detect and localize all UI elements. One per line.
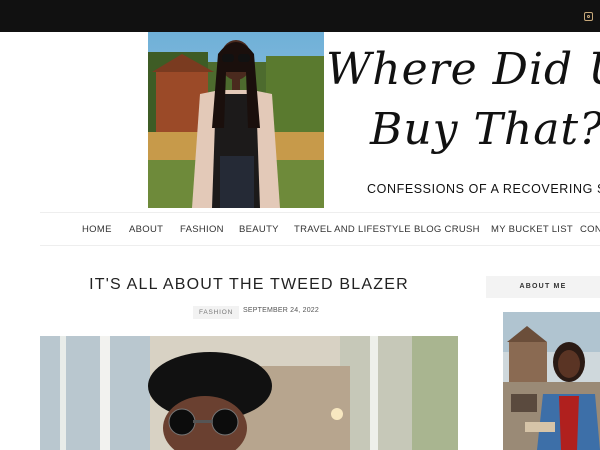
nav-item-contact[interactable]: CONT — [580, 224, 600, 235]
nav-item-fashion[interactable]: FASHION — [180, 224, 224, 235]
sidebar-about-me-photo[interactable] — [503, 312, 600, 450]
sidebar-about-me-title: ABOUT ME — [486, 276, 600, 298]
blog-title-script[interactable]: Where Did U Buy That? — [326, 40, 600, 180]
post-image[interactable] — [40, 336, 458, 450]
post-title[interactable]: IT'S ALL ABOUT THE TWEED BLAZER — [40, 276, 458, 294]
blog-tagline: CONFESSIONS OF A RECOVERING SH — [367, 182, 600, 196]
post-category-badge[interactable]: FASHION — [193, 306, 240, 319]
header-photo — [148, 32, 324, 208]
main-nav: HOME ABOUT FASHION BEAUTY TRAVEL AND LIF… — [40, 212, 600, 246]
nav-item-about[interactable]: ABOUT — [129, 224, 163, 235]
nav-item-travel[interactable]: TRAVEL AND LIFESTYLE — [294, 224, 411, 235]
nav-item-beauty[interactable]: BEAUTY — [239, 224, 279, 235]
nav-item-bucket-list[interactable]: MY BUCKET LIST — [491, 224, 573, 235]
blog-title-line1: Where Did U — [326, 44, 600, 95]
post-date: SEPTEMBER 24, 2022 — [243, 307, 319, 314]
top-bar — [0, 0, 600, 32]
blog-title-line2: Buy That? — [370, 104, 600, 155]
nav-item-home[interactable]: HOME — [82, 224, 112, 235]
instagram-icon[interactable] — [584, 12, 593, 21]
nav-item-blog-crush[interactable]: BLOG CRUSH — [414, 224, 480, 235]
